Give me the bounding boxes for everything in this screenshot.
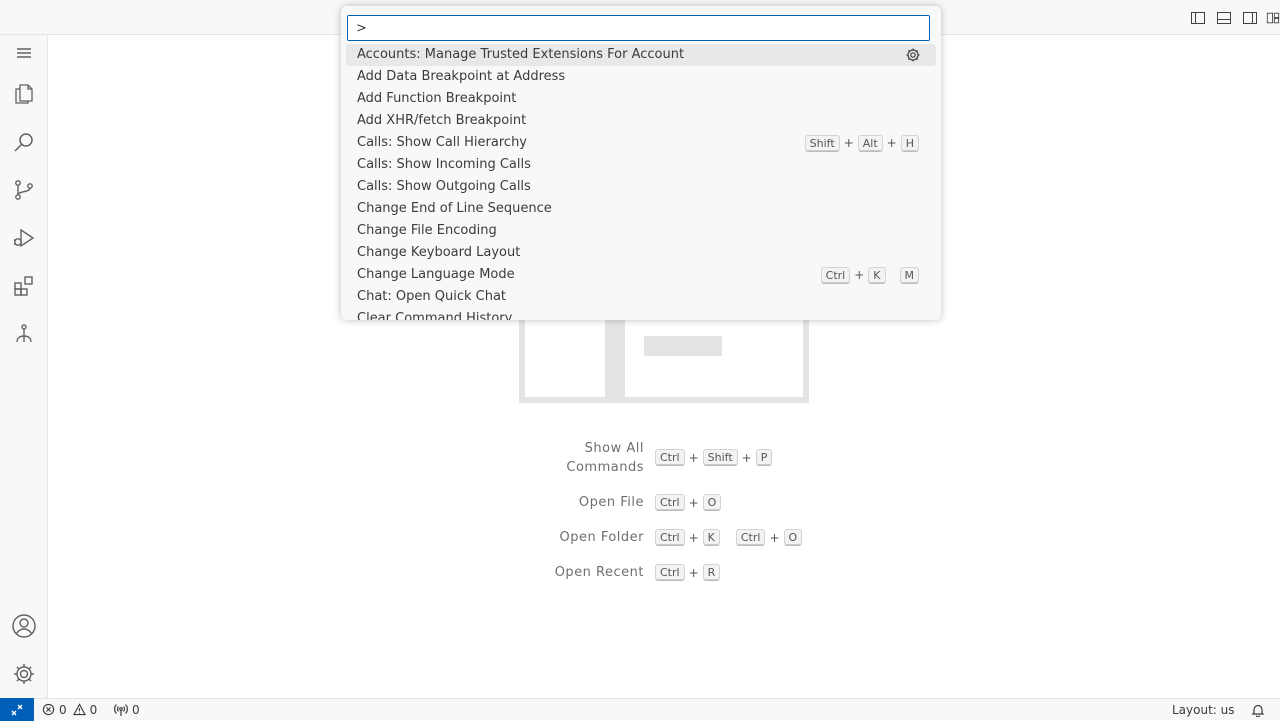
search-icon[interactable]: [0, 118, 48, 166]
key-cap: Shift: [804, 134, 840, 152]
command-item[interactable]: Calls: Show Outgoing Calls: [346, 176, 936, 198]
extensions-icon[interactable]: [0, 262, 48, 310]
shortcut-keys: Ctrl + K Ctrl + O: [655, 529, 803, 546]
command-label: Chat: Open Quick Chat: [357, 289, 507, 304]
command-label: Add XHR/fetch Breakpoint: [357, 113, 527, 128]
command-label: Add Data Breakpoint at Address: [357, 69, 566, 84]
shortcut-label: Open File: [578, 495, 644, 510]
error-icon: [42, 703, 55, 716]
manage-gear-icon[interactable]: [0, 650, 48, 698]
key-cap: Ctrl: [655, 564, 685, 581]
command-item[interactable]: Add Data Breakpoint at Address: [346, 66, 936, 88]
notifications-bell-icon[interactable]: [1251, 699, 1265, 720]
shortcut-keys: Ctrl + R: [655, 564, 721, 581]
run-debug-icon[interactable]: [0, 214, 48, 262]
keyboard-layout-indicator[interactable]: Layout: us: [1172, 699, 1235, 720]
error-count: 0: [59, 702, 67, 717]
ports-indicator[interactable]: 0: [114, 699, 140, 720]
status-bar: 0 0 0 Layout: us: [0, 698, 1280, 721]
key-cap: O: [702, 494, 722, 511]
layout-controls: [1188, 8, 1280, 28]
command-item[interactable]: Accounts: Manage Trusted Extensions For …: [346, 44, 936, 66]
command-item[interactable]: Calls: Show Call Hierarchy Shift + Alt +…: [346, 132, 936, 154]
key-cap: Ctrl: [655, 529, 685, 546]
key-cap: R: [702, 564, 721, 581]
command-label: Calls: Show Outgoing Calls: [357, 179, 531, 194]
command-keybinding: Shift + Alt + H: [804, 134, 919, 152]
command-palette: Accounts: Manage Trusted Extensions For …: [341, 6, 941, 320]
shortcut-keys: Ctrl + O: [655, 494, 722, 511]
key-cap: Alt: [857, 134, 883, 152]
toggle-primary-sidebar-icon[interactable]: [1188, 8, 1208, 28]
warning-count: 0: [89, 702, 98, 717]
command-item[interactable]: Change End of Line Sequence: [346, 198, 936, 220]
key-cap: Ctrl: [655, 494, 685, 511]
command-label: Add Function Breakpoint: [357, 91, 517, 106]
command-item[interactable]: Chat: Open Quick Chat: [346, 286, 936, 308]
explorer-icon[interactable]: [0, 70, 48, 118]
remote-explorer-icon[interactable]: [0, 310, 48, 358]
shortcut-label: Show All Commands: [566, 441, 644, 475]
command-label: Calls: Show Incoming Calls: [357, 157, 531, 172]
command-label: Change End of Line Sequence: [357, 201, 552, 216]
remote-indicator[interactable]: [0, 698, 34, 721]
broadcast-icon: [114, 703, 128, 716]
command-list[interactable]: Accounts: Manage Trusted Extensions For …: [346, 44, 936, 320]
warning-icon: [72, 703, 86, 716]
command-item[interactable]: Clear Command History: [346, 308, 936, 320]
command-label: Change Keyboard Layout: [357, 245, 521, 260]
toggle-panel-icon[interactable]: [1214, 8, 1234, 28]
command-item[interactable]: Change Keyboard Layout: [346, 242, 936, 264]
watermark-bar: [644, 336, 722, 356]
key-cap: K: [868, 266, 886, 284]
key-cap: Ctrl: [735, 529, 766, 546]
command-item[interactable]: Change File Encoding: [346, 220, 936, 242]
customize-layout-icon[interactable]: [1266, 8, 1280, 28]
activity-bar: [0, 35, 48, 698]
command-item[interactable]: Add Function Breakpoint: [346, 88, 936, 110]
key-cap: Ctrl: [820, 266, 851, 284]
command-label: Clear Command History: [357, 311, 513, 320]
key-cap: M: [899, 266, 919, 284]
key-cap: H: [900, 134, 919, 152]
command-palette-input[interactable]: [347, 15, 930, 41]
shortcut-label: Open Recent: [554, 565, 644, 580]
key-cap: K: [702, 529, 720, 546]
command-label: Calls: Show Call Hierarchy: [357, 135, 527, 150]
key-cap: O: [783, 529, 803, 546]
toggle-secondary-sidebar-icon[interactable]: [1240, 8, 1260, 28]
remote-icon: [11, 704, 23, 715]
key-cap: Shift: [702, 449, 738, 466]
keyboard-layout-label: Layout: us: [1172, 702, 1235, 717]
command-item[interactable]: Add XHR/fetch Breakpoint: [346, 110, 936, 132]
command-label: Change File Encoding: [357, 223, 497, 238]
source-control-icon[interactable]: [0, 166, 48, 214]
accounts-icon[interactable]: [0, 602, 48, 650]
shortcut-keys: Ctrl + Shift + P: [655, 449, 773, 466]
ports-count: 0: [132, 702, 140, 717]
command-label: Change Language Mode: [357, 267, 515, 282]
command-item[interactable]: Change Language Mode Ctrl + K M: [346, 264, 936, 286]
key-cap: P: [755, 449, 773, 466]
command-keybinding: Ctrl + K M: [820, 266, 919, 284]
shortcut-label: Open Folder: [559, 530, 644, 545]
command-item[interactable]: Calls: Show Incoming Calls: [346, 154, 936, 176]
key-cap: Ctrl: [655, 449, 685, 466]
problems-indicator[interactable]: 0 0: [42, 699, 97, 720]
configure-keybinding-gear-icon[interactable]: [905, 47, 921, 63]
command-label: Accounts: Manage Trusted Extensions For …: [357, 47, 685, 62]
